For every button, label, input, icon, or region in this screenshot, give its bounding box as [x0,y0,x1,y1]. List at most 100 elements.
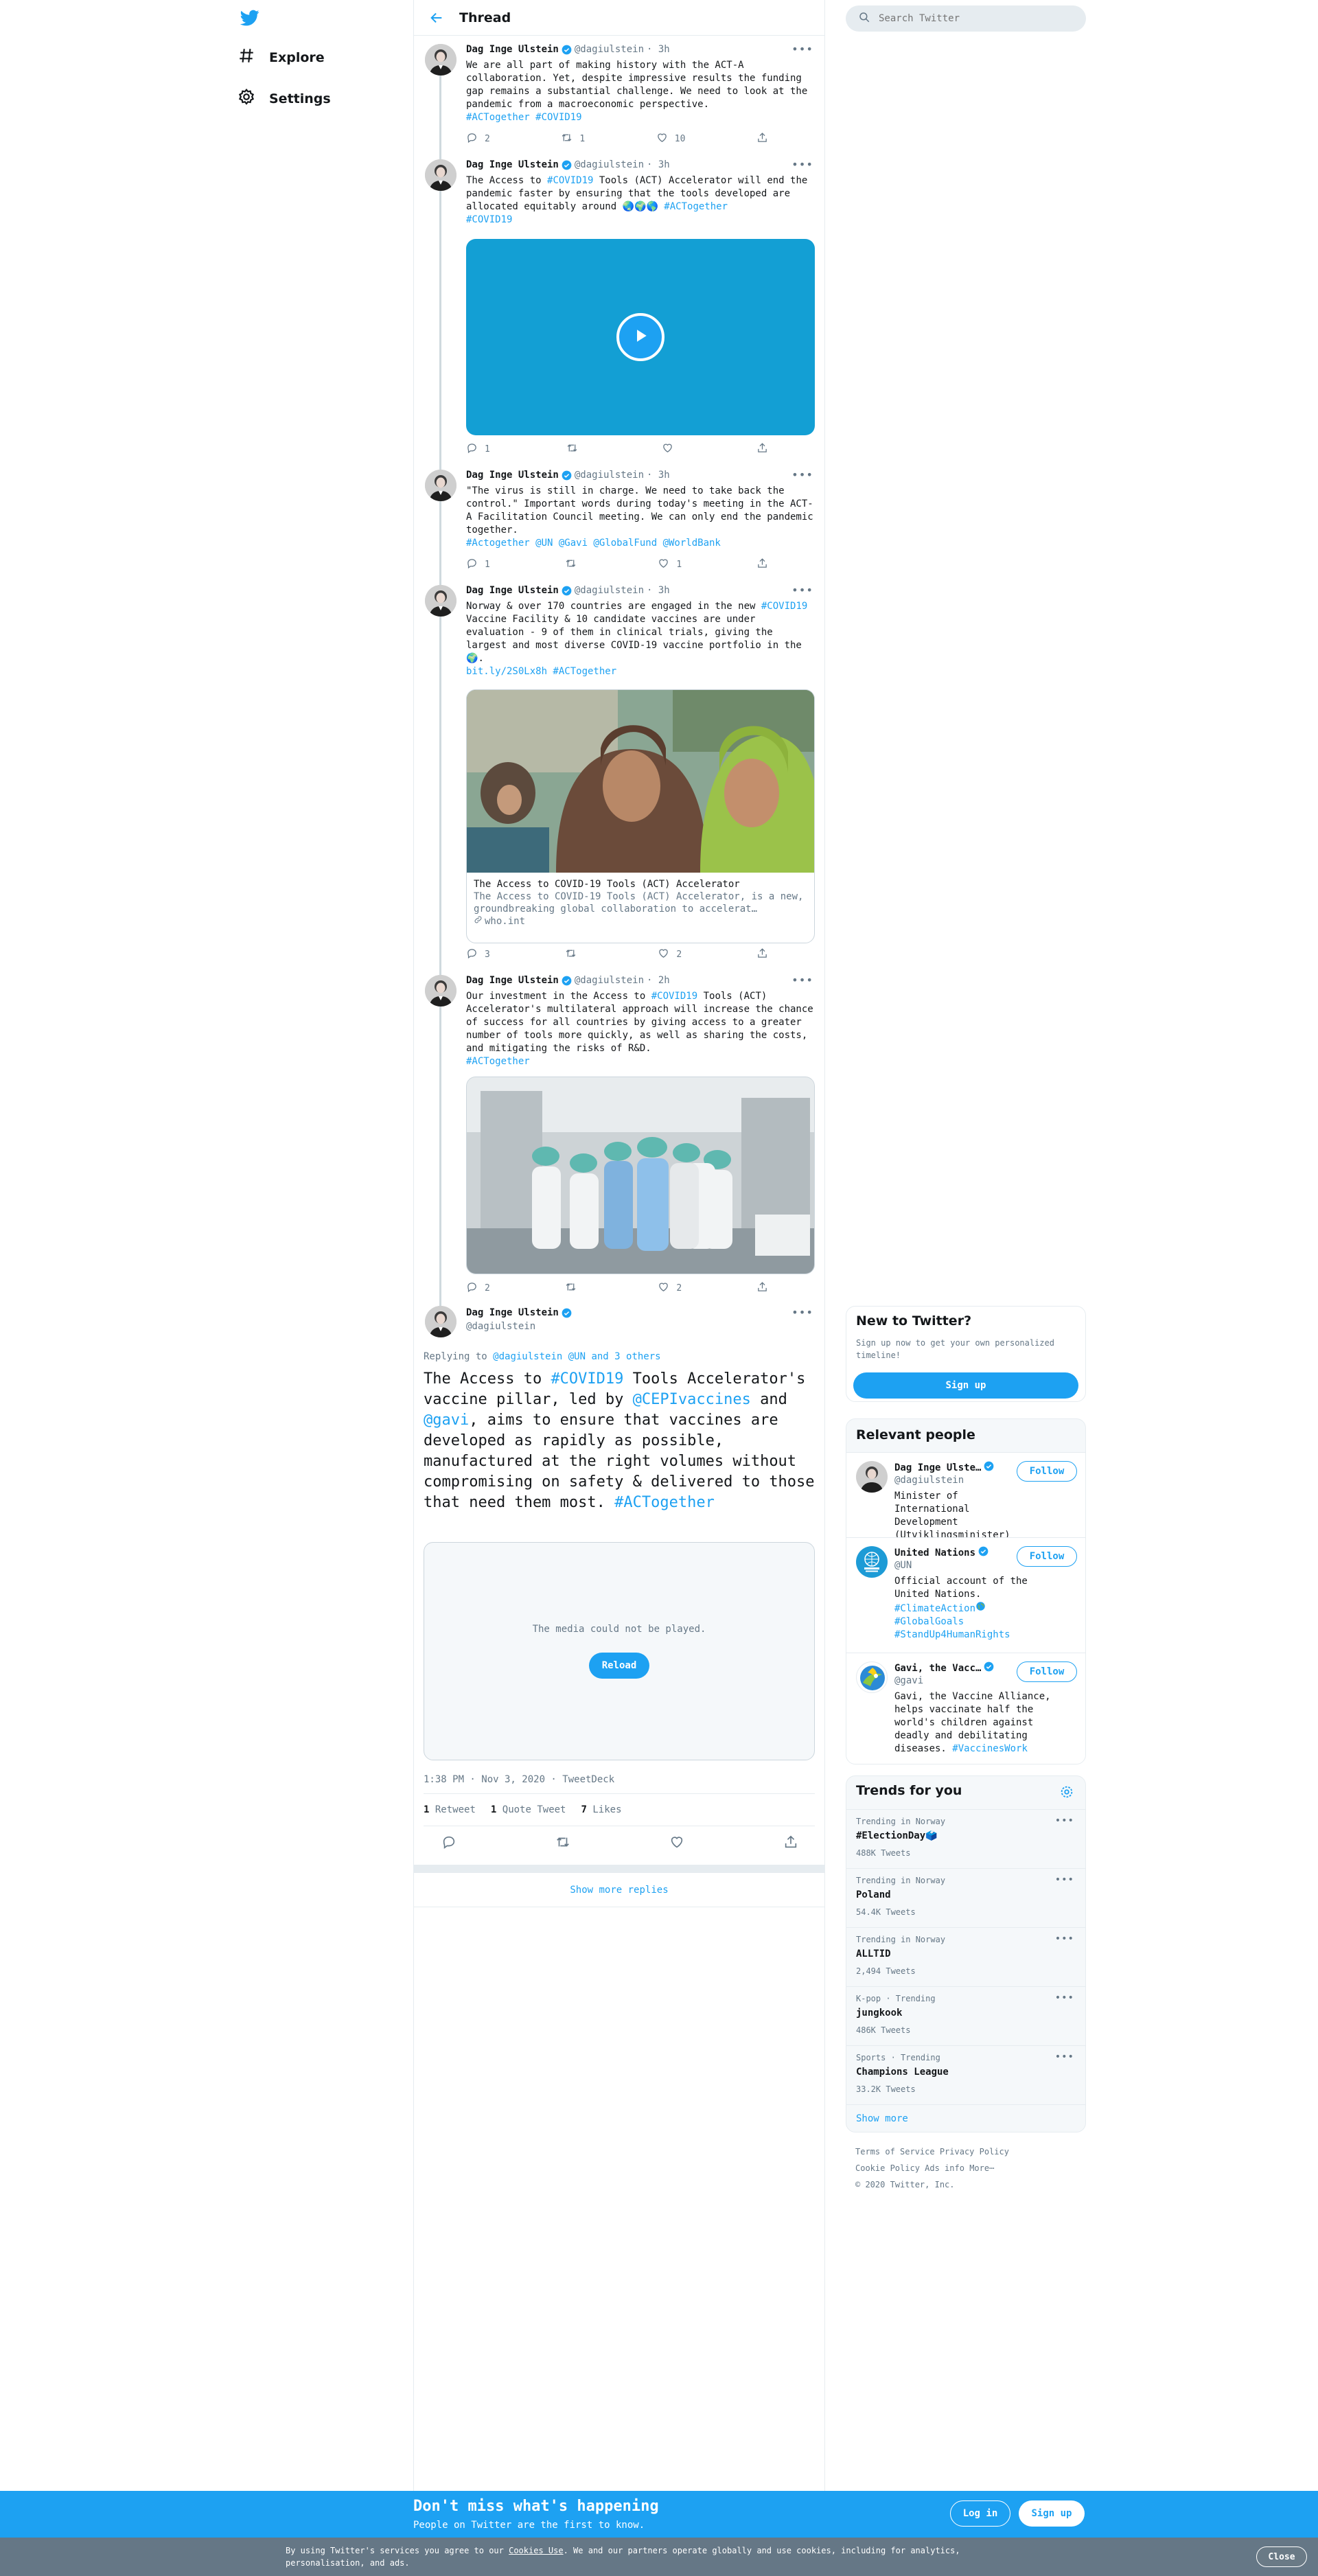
retweet-stat[interactable]: 1 Retweet [424,1804,476,1815]
hashtag-link[interactable]: #GlobalGoals [894,1616,964,1627]
author-name[interactable]: Dag Inge Ulstein [466,470,559,481]
person-handle[interactable]: @UN [894,1560,912,1571]
un-logo-avatar[interactable] [856,1546,888,1578]
author-name[interactable]: Dag Inge Ulstein [466,44,559,55]
video-player[interactable] [466,239,815,435]
author-name[interactable]: Dag Inge Ulstein [466,975,559,986]
twitter-logo-icon[interactable] [239,8,261,27]
trend-item[interactable]: Sports · Trending Champions League 33.2K… [846,2045,1085,2104]
like-button[interactable]: 1 [658,557,682,571]
avatar[interactable] [425,1306,456,1337]
like-button[interactable]: 2 [658,947,682,961]
footer-more[interactable]: More⋯ [969,2163,994,2173]
author-handle[interactable]: @dagiulstein [575,975,644,986]
link-card[interactable]: The Access to COVID-19 Tools (ACT) Accel… [466,689,815,943]
author-name[interactable]: Dag Inge Ulstein [466,159,559,170]
thread-tweet[interactable]: Dag Inge Ulstein @dagiulstein · 3h ••• W… [414,36,824,151]
person-name[interactable]: Dag Inge Ulste… [894,1462,981,1473]
mention-link[interactable]: @gavi [424,1412,469,1429]
footer-terms[interactable]: Terms of Service [855,2147,935,2157]
author-handle[interactable]: @dagiulstein [575,470,644,481]
hashtag-link[interactable]: #COVID19 [466,214,512,225]
person-handle[interactable]: @dagiulstein [894,1475,964,1486]
person-item[interactable]: Dag Inge Ulste… @dagiulstein Minister of… [846,1452,1085,1541]
likes-stat[interactable]: 7 Likes [581,1804,621,1815]
thread-tweet[interactable]: Dag Inge Ulstein @dagiulstein · 3h ••• T… [414,151,824,461]
hashtag-link[interactable]: #ClimateAction [894,1603,975,1614]
footer-cookie[interactable]: Cookie Policy [855,2163,920,2173]
signup-button[interactable]: Sign up [853,1372,1078,1399]
like-button[interactable]: 2 [658,1281,682,1295]
tweet-time[interactable]: · 3h [647,159,670,170]
share-button[interactable] [756,442,768,456]
more-options-icon[interactable]: ••• [1055,2051,1074,2062]
person-item[interactable]: Gavi, the Vacc… @gavi Gavi, the Vaccine … [846,1653,1085,1764]
retweet-button[interactable]: 1 [561,132,585,146]
retweet-button[interactable] [565,1281,583,1295]
gavi-logo-avatar[interactable] [856,1661,888,1693]
back-arrow-icon[interactable] [429,10,444,25]
footer-privacy[interactable]: Privacy Policy [940,2147,1009,2157]
reload-button[interactable]: Reload [589,1653,649,1679]
hashtag-link[interactable]: #StandUp4HumanRights [894,1629,1010,1640]
trend-item[interactable]: K-pop · Trending jungkook 486K Tweets ••… [846,1986,1085,2045]
more-options-icon[interactable]: ••• [791,43,813,56]
hashtag-link[interactable]: #COVID19 [651,991,697,1002]
share-button[interactable] [756,947,768,961]
more-options-icon[interactable]: ••• [791,1306,813,1319]
avatar[interactable] [425,470,456,501]
reply-button[interactable]: 2 [466,132,490,146]
settings-gear-icon[interactable] [1059,1784,1074,1802]
reply-icon[interactable] [441,1835,456,1854]
hashtag-link[interactable]: #COVID19 [551,1370,623,1388]
reply-button[interactable]: 1 [466,557,490,571]
avatar[interactable] [425,44,456,76]
search-input[interactable] [879,13,1064,24]
replying-to-accounts[interactable]: @dagiulstein @UN and 3 others [493,1351,660,1362]
cookie-close-button[interactable]: Close [1256,2546,1307,2567]
nav-settings[interactable]: Settings [238,88,331,109]
person-item[interactable]: United Nations @UN Official account of t… [846,1537,1085,1653]
tweet-link[interactable]: bit.ly/2S0Lx8h #ACTogether [466,666,616,677]
more-options-icon[interactable]: ••• [791,584,813,597]
author-handle[interactable]: @dagiulstein [466,1321,535,1332]
more-options-icon[interactable]: ••• [1055,1815,1074,1826]
tweet-hashtags[interactable]: #ACTogether [466,1056,530,1067]
more-options-icon[interactable]: ••• [791,468,813,481]
reply-button[interactable]: 1 [466,442,490,456]
heart-icon[interactable] [669,1835,684,1854]
avatar[interactable] [856,1461,888,1493]
login-button[interactable]: Log in [950,2500,1010,2527]
follow-button[interactable]: Follow [1017,1546,1077,1567]
more-options-icon[interactable]: ••• [1055,1992,1074,2003]
author-name[interactable]: Dag Inge Ulstein [466,585,559,596]
tweet-time[interactable]: · 3h [647,470,670,481]
author-handle[interactable]: @dagiulstein [575,44,644,55]
nav-explore[interactable]: Explore [238,47,325,68]
person-name[interactable]: United Nations [894,1548,975,1559]
share-icon[interactable] [783,1835,798,1854]
retweet-button[interactable] [565,947,583,961]
retweet-icon[interactable] [555,1835,570,1854]
tweet-time[interactable]: · 2h [647,975,670,986]
quote-stat[interactable]: 1 Quote Tweet [491,1804,566,1815]
banner-signup-button[interactable]: Sign up [1019,2500,1085,2527]
reply-button[interactable]: 3 [466,947,490,961]
more-options-icon[interactable]: ••• [791,974,813,987]
footer-ads[interactable]: Ads info [925,2163,964,2173]
retweet-button[interactable] [565,557,583,571]
search-bar[interactable] [846,5,1086,32]
hashtag-link[interactable]: #COVID19 [547,175,593,186]
reply-button[interactable]: 2 [466,1281,490,1295]
share-button[interactable] [756,132,768,146]
avatar[interactable] [425,585,456,617]
person-name[interactable]: Gavi, the Vacc… [894,1663,981,1674]
hashtag-link[interactable]: #COVID19 [761,601,807,612]
like-button[interactable] [662,442,680,456]
hashtag-link[interactable]: #ACTogether [614,1494,715,1511]
thread-tweet[interactable]: Dag Inge Ulstein @dagiulstein · 3h ••• "… [414,461,824,577]
cookies-use-link[interactable]: Cookies Use [509,2546,563,2555]
tweet-photo[interactable] [466,1077,815,1274]
author-name[interactable]: Dag Inge Ulstein [466,1307,559,1318]
thread-tweet[interactable]: Dag Inge Ulstein @dagiulstein · 3h ••• N… [414,577,824,967]
